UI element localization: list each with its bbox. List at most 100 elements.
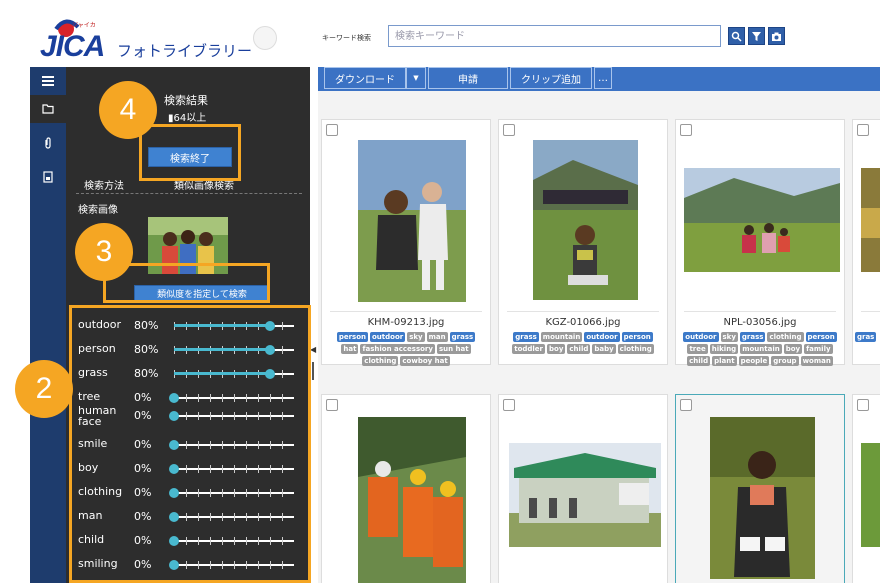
caret-down-icon: ▼ bbox=[413, 74, 419, 82]
app-title: フォトライブラリー bbox=[117, 42, 253, 60]
filter-icon bbox=[752, 31, 761, 41]
toolbar: ダウンロード ▼ 申請 クリップ追加 … bbox=[318, 67, 880, 91]
tag-chip[interactable]: outdoor bbox=[683, 332, 719, 342]
paperclip-icon bbox=[45, 137, 51, 149]
photo-tags: person outdoor sky man grass hat fashion acces… bbox=[328, 332, 484, 366]
search-input[interactable] bbox=[388, 25, 721, 47]
download-dropdown-button[interactable]: ▼ bbox=[406, 67, 426, 89]
image-search-button[interactable] bbox=[768, 27, 785, 45]
tag-chip[interactable]: gras bbox=[855, 332, 877, 342]
hamburger-icon bbox=[42, 76, 54, 86]
select-checkbox[interactable] bbox=[680, 124, 692, 136]
tag-chip[interactable]: clothing bbox=[362, 356, 399, 366]
tag-chip[interactable]: woman bbox=[800, 356, 833, 366]
photo-tags: outdoor sky grass clothing person tree hiking m… bbox=[682, 332, 838, 366]
photo-card[interactable] bbox=[852, 394, 880, 583]
tag-chip[interactable]: boy bbox=[783, 344, 803, 354]
annotation-step-3: 3 bbox=[75, 223, 133, 281]
select-checkbox[interactable] bbox=[857, 124, 869, 136]
annotation-step-4: 4 bbox=[99, 81, 157, 139]
photo-card[interactable]: KHM-09213.jpg person outdoor sky man grass ha… bbox=[321, 119, 491, 366]
folder-nav-button[interactable] bbox=[30, 95, 66, 123]
photo-grid: KHM-09213.jpg person outdoor sky man grass ha… bbox=[318, 91, 880, 583]
photo-card[interactable]: KGZ-01066.jpg grass mountain outdoor person… bbox=[498, 119, 668, 365]
header: JICA ジャイカ フォトライブラリー キーワード検索 bbox=[0, 0, 880, 65]
tag-chip[interactable]: clothing bbox=[767, 332, 804, 342]
tag-chip[interactable]: person bbox=[621, 332, 653, 342]
tag-chip[interactable]: child bbox=[567, 344, 591, 354]
document-nav-button[interactable] bbox=[30, 163, 66, 191]
tag-chip[interactable]: person bbox=[336, 332, 368, 342]
tag-chip[interactable]: grass bbox=[739, 332, 766, 342]
tag-chip[interactable]: grass bbox=[513, 332, 539, 342]
tag-chip[interactable]: baby bbox=[592, 344, 616, 354]
mode-toggle[interactable] bbox=[253, 26, 277, 50]
filter-button[interactable] bbox=[748, 27, 765, 45]
select-checkbox[interactable] bbox=[326, 124, 338, 136]
tag-chip[interactable]: plant bbox=[712, 356, 737, 366]
tag-chip[interactable]: man bbox=[426, 332, 448, 342]
tag-chip[interactable]: mountain bbox=[540, 332, 583, 342]
select-checkbox[interactable] bbox=[857, 399, 869, 411]
clip-nav-button[interactable] bbox=[30, 129, 66, 157]
select-checkbox[interactable] bbox=[680, 399, 692, 411]
search-button[interactable] bbox=[728, 27, 745, 45]
photo-card[interactable]: NPL-03056.jpg outdoor sky grass clothing per… bbox=[675, 119, 845, 366]
photo-thumbnail bbox=[533, 140, 638, 300]
photo-thumbnail bbox=[358, 140, 466, 302]
tag-chip[interactable]: sky bbox=[407, 332, 425, 342]
results-count: ▮64以上 bbox=[168, 109, 206, 124]
logo-text: JICA bbox=[40, 30, 105, 63]
select-checkbox[interactable] bbox=[503, 124, 515, 136]
select-checkbox[interactable] bbox=[326, 399, 338, 411]
tag-chip[interactable]: sun hat bbox=[436, 344, 471, 354]
menu-button[interactable] bbox=[30, 67, 66, 95]
photo-thumbnail bbox=[509, 443, 661, 547]
photo-filename: NPL-03056.jpg bbox=[723, 317, 797, 328]
annotation-box-2 bbox=[69, 305, 311, 583]
tag-chip[interactable]: group bbox=[771, 356, 799, 366]
results-count-value: 64以上 bbox=[173, 113, 207, 124]
tag-chip[interactable]: person bbox=[805, 332, 837, 342]
photo-thumbnail bbox=[684, 168, 840, 272]
photo-tags: gras bbox=[855, 332, 880, 342]
search-icon bbox=[731, 31, 742, 42]
tag-chip[interactable]: fashion accessory bbox=[360, 344, 435, 354]
tag-chip[interactable]: grass bbox=[449, 332, 476, 342]
photo-tags: grass mountain outdoor person toddler boy chil… bbox=[505, 332, 661, 354]
tag-chip[interactable]: mountain bbox=[740, 344, 782, 354]
photo-card[interactable] bbox=[675, 394, 845, 583]
clip-add-button[interactable]: クリップ追加 bbox=[510, 67, 592, 89]
photo-thumbnail bbox=[358, 417, 466, 583]
apply-button[interactable]: 申請 bbox=[428, 67, 508, 89]
tag-chip[interactable]: outdoor bbox=[370, 332, 406, 342]
divider bbox=[684, 311, 836, 312]
tag-chip[interactable]: people bbox=[738, 356, 770, 366]
search-method-label: 検索方法 bbox=[84, 181, 124, 192]
folder-icon bbox=[42, 104, 54, 114]
annotation-box-3 bbox=[103, 263, 270, 303]
divider bbox=[330, 311, 482, 312]
tag-chip[interactable]: family bbox=[804, 344, 833, 354]
annotation-box-4 bbox=[139, 124, 241, 181]
photo-card[interactable]: gras bbox=[852, 119, 880, 365]
panel-resize-handle[interactable] bbox=[312, 362, 314, 380]
divider bbox=[861, 311, 880, 312]
tag-chip[interactable]: toddler bbox=[512, 344, 546, 354]
tag-chip[interactable]: clothing bbox=[617, 344, 654, 354]
select-checkbox[interactable] bbox=[503, 399, 515, 411]
tag-chip[interactable]: outdoor bbox=[584, 332, 620, 342]
collapse-arrow-icon[interactable]: ◀ bbox=[310, 345, 318, 355]
download-button[interactable]: ダウンロード bbox=[324, 67, 406, 89]
tag-chip[interactable]: hat bbox=[341, 344, 359, 354]
photo-card[interactable] bbox=[498, 394, 668, 583]
photo-thumbnail bbox=[861, 443, 880, 547]
tag-chip[interactable]: sky bbox=[720, 332, 738, 342]
tag-chip[interactable]: cowboy hat bbox=[400, 356, 450, 366]
more-button[interactable]: … bbox=[594, 67, 612, 89]
tag-chip[interactable]: child bbox=[687, 356, 711, 366]
tag-chip[interactable]: boy bbox=[547, 344, 566, 354]
photo-card[interactable] bbox=[321, 394, 491, 583]
tag-chip[interactable]: hiking bbox=[709, 344, 739, 354]
tag-chip[interactable]: tree bbox=[687, 344, 708, 354]
